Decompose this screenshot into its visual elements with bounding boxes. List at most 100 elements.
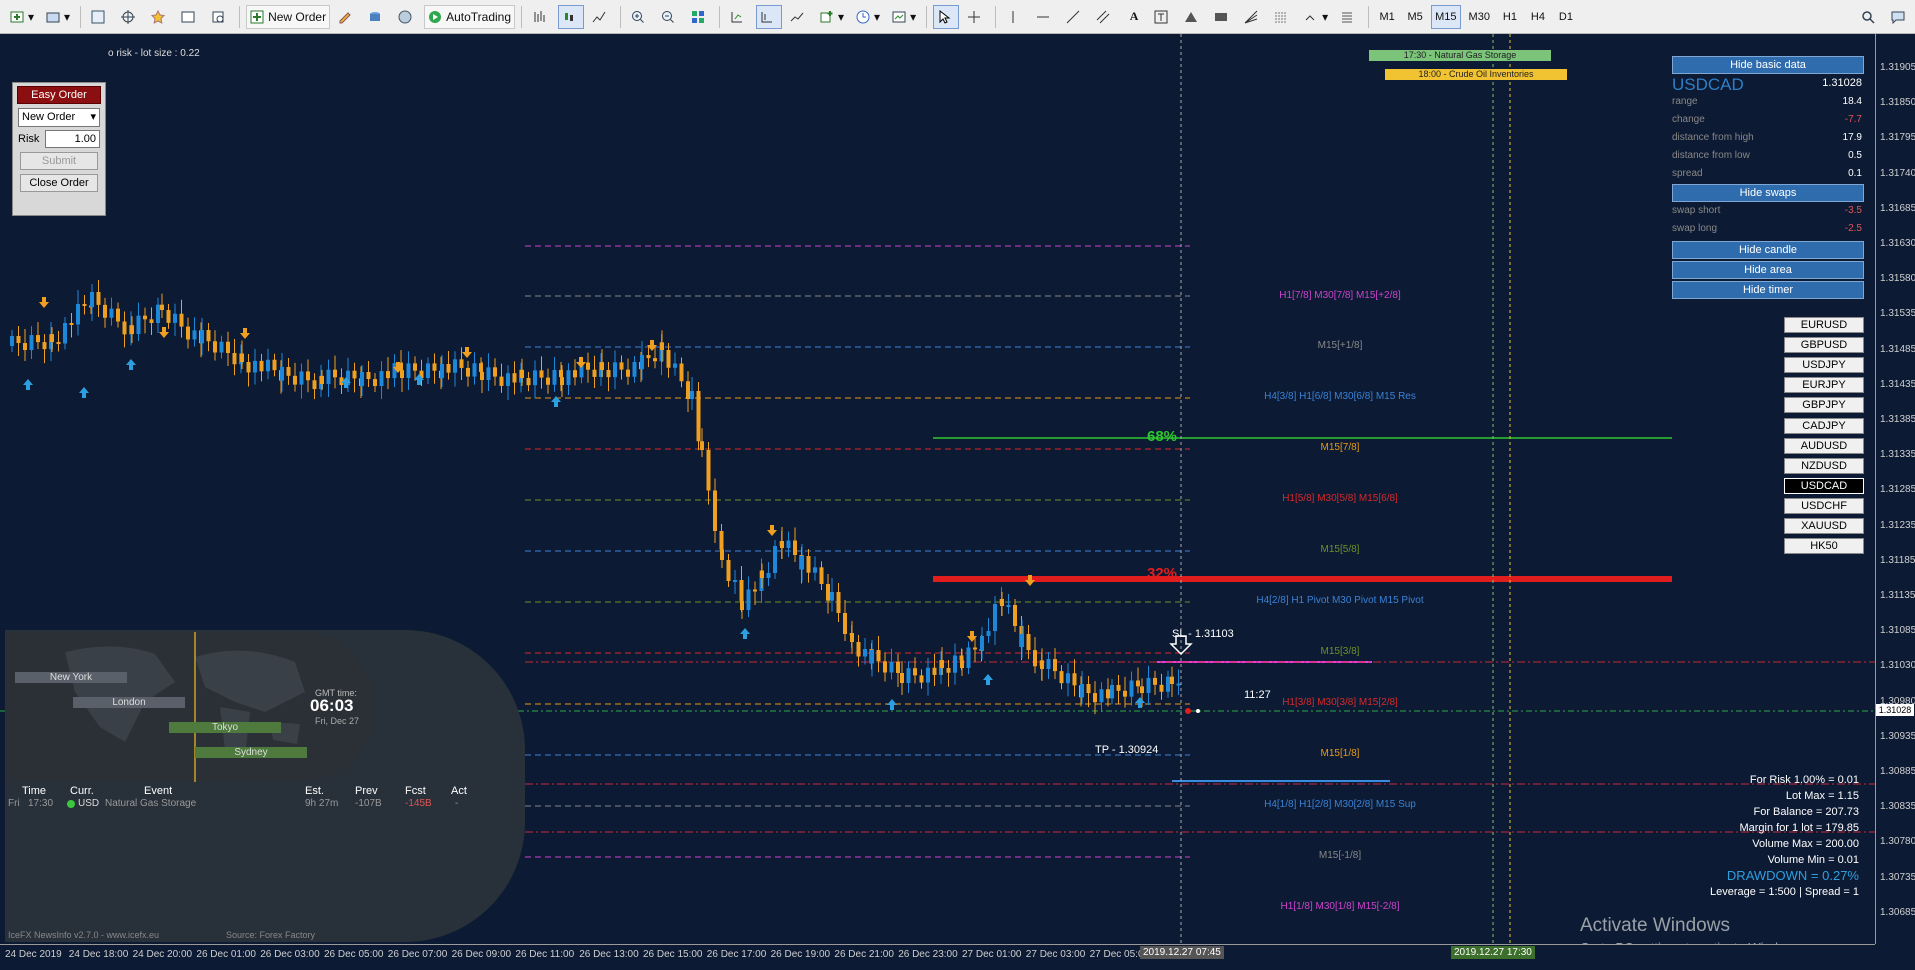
add-indicator-button[interactable]: ▾ bbox=[816, 5, 848, 29]
candle-body bbox=[143, 315, 147, 320]
autotrading-label: AutoTrading bbox=[446, 9, 512, 24]
candle-body bbox=[426, 363, 430, 379]
symbol-button-gbpusd[interactable]: GBPUSD bbox=[1784, 337, 1864, 354]
timeframe-m15-button[interactable]: M15 bbox=[1431, 4, 1461, 29]
objects-list-button[interactable] bbox=[1336, 5, 1362, 29]
profiles-button[interactable]: ▾ bbox=[42, 5, 74, 29]
text-label-button[interactable] bbox=[1150, 5, 1176, 29]
hide-area-button[interactable]: Hide area bbox=[1672, 261, 1864, 279]
timeframe-d1-button[interactable]: D1 bbox=[1554, 5, 1578, 29]
chart-shift-button[interactable] bbox=[756, 4, 783, 29]
close-order-button[interactable]: Close Order bbox=[20, 174, 98, 192]
symbol-button-gbpjpy[interactable]: GBPJPY bbox=[1784, 397, 1864, 414]
current-price-tag: 1.31028 bbox=[1876, 704, 1914, 716]
crosshair-button[interactable] bbox=[963, 5, 989, 29]
info-row-value: -7.7 bbox=[1844, 114, 1862, 125]
templates-button[interactable]: ▾ bbox=[888, 5, 920, 29]
symbol-button-eurusd[interactable]: EURUSD bbox=[1784, 317, 1864, 333]
symbol-button-audusd[interactable]: AUDUSD bbox=[1784, 437, 1864, 454]
horizontal-line-button[interactable] bbox=[1032, 5, 1058, 29]
symbol-button-hk50[interactable]: HK50 bbox=[1784, 538, 1864, 555]
event-natural-gas[interactable]: 17:30 - Natural Gas Storage bbox=[1369, 50, 1551, 61]
candle-body bbox=[386, 371, 390, 379]
favorites-button[interactable] bbox=[147, 5, 173, 29]
signals-button[interactable] bbox=[394, 5, 420, 29]
cursor-icon bbox=[939, 9, 951, 24]
time-event-tag: 2019.12.27 17:30 bbox=[1451, 946, 1535, 959]
navigator-button[interactable] bbox=[117, 5, 143, 29]
info-row: spread 0.1 bbox=[1672, 168, 1862, 179]
hide-candle-button[interactable]: Hide candle bbox=[1672, 241, 1864, 259]
level-label: M15[5/8] bbox=[1320, 544, 1360, 555]
price-tick: 1.31485 bbox=[1880, 343, 1915, 355]
chat-button[interactable] bbox=[1887, 5, 1913, 29]
easy-order-title[interactable]: Easy Order bbox=[17, 86, 101, 104]
candle-body bbox=[1170, 676, 1174, 684]
event-crude-oil[interactable]: 18:00 - Crude Oil Inventories bbox=[1385, 69, 1567, 80]
arrows-button[interactable]: ▾ bbox=[1300, 5, 1332, 29]
timeframe-m5-button[interactable]: M5 bbox=[1403, 5, 1427, 29]
news-row-currency: USD bbox=[78, 798, 100, 809]
level-label: H4[2/8] H1 Pivot M30 Pivot M15 Pivot bbox=[1256, 595, 1424, 606]
candle-body bbox=[1099, 689, 1104, 703]
candle-body bbox=[432, 363, 437, 371]
news-row-event[interactable]: Natural Gas Storage bbox=[105, 798, 196, 809]
price-tick: 1.31685 bbox=[1880, 202, 1915, 214]
toolbar-separator bbox=[1368, 5, 1370, 28]
autotrading-button[interactable]: AutoTrading bbox=[424, 4, 516, 29]
price-axis[interactable]: 1.31905 1.31850 1.31795 1.31740 1.31685 1.316… bbox=[1875, 34, 1915, 944]
candlesticks-button[interactable] bbox=[558, 4, 585, 29]
terminal-button[interactable] bbox=[177, 5, 203, 29]
data-button[interactable] bbox=[364, 5, 390, 29]
channel-button[interactable] bbox=[1092, 5, 1118, 29]
bar-chart-button[interactable] bbox=[528, 5, 554, 29]
hide-basic-data-button[interactable]: Hide basic data bbox=[1672, 56, 1864, 74]
text-button[interactable]: A bbox=[1122, 5, 1146, 29]
autoscroll-button[interactable] bbox=[726, 5, 752, 29]
timeframe-m30-button[interactable]: M30 bbox=[1465, 5, 1494, 29]
trendline-button[interactable] bbox=[1062, 5, 1088, 29]
candle-body bbox=[980, 636, 984, 651]
symbol-button-nzdusd[interactable]: NZDUSD bbox=[1784, 457, 1864, 474]
timeframe-m1-button[interactable]: M1 bbox=[1375, 5, 1399, 29]
indicators-button[interactable] bbox=[786, 5, 812, 29]
time-axis[interactable]: 24 Dec 2019 24 Dec 18:00 24 Dec 20:00 26 De… bbox=[0, 944, 1875, 970]
risk-input[interactable]: 1.00 bbox=[45, 130, 100, 148]
symbol-button-usdcad[interactable]: USDCAD bbox=[1784, 477, 1864, 494]
order-type-select[interactable]: New Order ▾ bbox=[18, 108, 100, 127]
symbol-button-usdchf[interactable]: USDCHF bbox=[1784, 497, 1864, 514]
symbol-button-eurjpy[interactable]: EURJPY bbox=[1784, 377, 1864, 394]
zoom-out-button[interactable] bbox=[657, 5, 683, 29]
current-price-dot bbox=[1196, 709, 1200, 713]
stat-for-risk: For Risk 1.00% = 0.01 bbox=[1749, 774, 1859, 786]
new-order-button[interactable]: New Order bbox=[246, 4, 331, 29]
timeframe-h1-button[interactable]: H1 bbox=[1498, 5, 1522, 29]
search-button[interactable] bbox=[1857, 5, 1883, 29]
hide-timer-button[interactable]: Hide timer bbox=[1672, 281, 1864, 299]
candle-body bbox=[940, 660, 944, 668]
tester-button[interactable] bbox=[207, 5, 233, 29]
new-chart-button[interactable]: ▾ bbox=[6, 5, 38, 29]
timeframe-h4-button[interactable]: H4 bbox=[1526, 5, 1550, 29]
hide-swaps-button[interactable]: Hide swaps bbox=[1672, 184, 1864, 202]
zoom-in-button[interactable] bbox=[627, 5, 653, 29]
symbol-button-cadjpy[interactable]: CADJPY bbox=[1784, 417, 1864, 434]
fibo-button[interactable] bbox=[1270, 5, 1296, 29]
submit-button[interactable]: Submit bbox=[20, 152, 98, 170]
metaeditor-button[interactable] bbox=[334, 5, 360, 29]
tile-windows-button[interactable] bbox=[687, 5, 713, 29]
candle-body bbox=[713, 490, 717, 531]
vertical-line-button[interactable] bbox=[1002, 5, 1028, 29]
candle-body bbox=[773, 546, 777, 573]
symbol-button-xauusd[interactable]: XAUUSD bbox=[1784, 518, 1864, 534]
triangle-button[interactable] bbox=[1180, 5, 1206, 29]
market-watch-button[interactable] bbox=[87, 5, 113, 29]
periods-button[interactable]: ▾ bbox=[852, 5, 884, 29]
rectangle-button[interactable] bbox=[1210, 5, 1236, 29]
candle-body bbox=[1093, 693, 1097, 703]
line-chart-button[interactable] bbox=[588, 5, 614, 29]
symbol-button-usdjpy[interactable]: USDJPY bbox=[1784, 357, 1864, 374]
fibo-fan-button[interactable] bbox=[1240, 5, 1266, 29]
arrow-down-icon bbox=[240, 328, 250, 339]
cursor-button[interactable] bbox=[933, 4, 960, 29]
